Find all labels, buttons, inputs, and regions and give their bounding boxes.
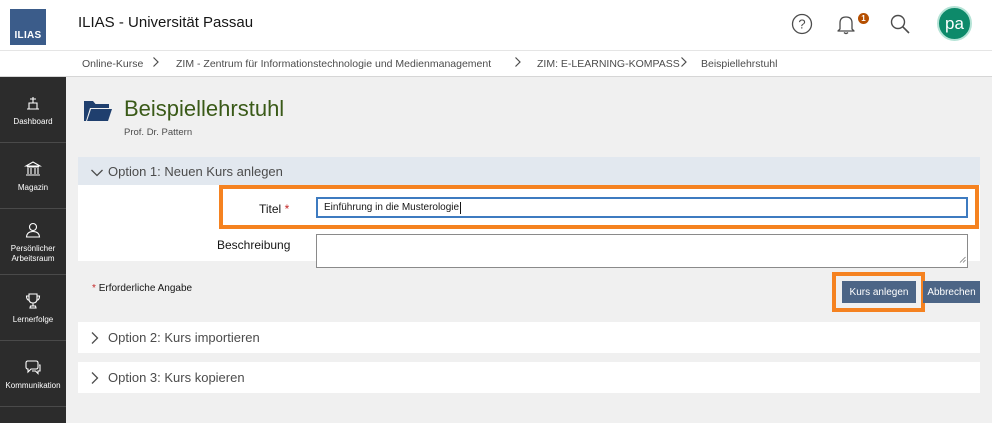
chat-icon <box>23 357 43 377</box>
option1-header[interactable]: Option 1: Neuen Kurs anlegen <box>78 157 980 185</box>
sidebar-item-label: Magazin <box>17 182 49 192</box>
option3-title: Option 3: Kurs kopieren <box>108 370 245 385</box>
sidebar-item-label: Persönlicher Arbeitsraum <box>10 243 56 263</box>
chevron-right-icon <box>514 56 522 71</box>
repository-icon <box>23 159 43 179</box>
description-label: Beschreibung <box>217 238 291 252</box>
svg-text:?: ? <box>798 17 805 32</box>
option3-panel[interactable]: Option 3: Kurs kopieren <box>78 362 980 393</box>
option1-title: Option 1: Neuen Kurs anlegen <box>108 164 283 179</box>
breadcrumb-item-zim[interactable]: ZIM - Zentrum für Informationstechnologi… <box>176 58 491 70</box>
avatar[interactable]: pa <box>937 6 972 41</box>
chevron-right-icon <box>152 56 160 71</box>
sidebar-item-magazin[interactable]: Magazin <box>0 143 66 209</box>
sidebar-item-dashboard[interactable]: Dashboard <box>0 77 66 143</box>
chevron-right-icon <box>90 331 100 350</box>
trophy-icon <box>23 291 43 311</box>
chevron-right-icon <box>90 371 100 390</box>
option2-title: Option 2: Kurs importieren <box>108 330 260 345</box>
breadcrumb-item-elearning-kompass[interactable]: ZIM: E-LEARNING-KOMPASS <box>537 58 680 70</box>
ilias-logo[interactable]: ILIAS <box>10 9 46 45</box>
sidebar-item-kommunikation[interactable]: Kommunikation <box>0 341 66 407</box>
breadcrumb-item-online-kurse[interactable]: Online-Kurse <box>82 58 143 70</box>
sidebar-item-label: Dashboard <box>13 116 53 126</box>
required-note: * Erforderliche Angabe <box>92 283 193 294</box>
dashboard-icon <box>23 93 43 113</box>
app-title[interactable]: ILIAS - Universität Passau <box>78 14 253 31</box>
top-header: ILIAS ILIAS - Universität Passau ? 1 pa <box>0 0 992 50</box>
sidebar-item-label: Kommunikation <box>5 380 61 390</box>
title-highlight-box <box>219 185 979 229</box>
page-title: Beispiellehrstuhl <box>124 96 285 121</box>
breadcrumb-item-beispiellehrstuhl[interactable]: Beispiellehrstuhl <box>701 58 777 70</box>
sidebar-item-label: Lernerfolge <box>12 314 54 324</box>
chevron-down-icon <box>90 165 104 183</box>
sidebar-item-lernerfolge[interactable]: Lernerfolge <box>0 275 66 341</box>
page-subtitle: Prof. Dr. Pattern <box>124 127 193 138</box>
person-icon <box>23 220 43 240</box>
option2-panel[interactable]: Option 2: Kurs importieren <box>78 322 980 353</box>
breadcrumb: Online-Kurse ZIM - Zentrum für Informati… <box>0 50 992 77</box>
notification-badge: 1 <box>858 13 869 24</box>
cancel-button[interactable]: Abbrechen <box>923 281 980 303</box>
button-highlight-box <box>832 272 925 312</box>
help-icon[interactable]: ? <box>789 11 815 37</box>
resize-grip-icon[interactable] <box>959 255 966 266</box>
chevron-right-icon <box>680 56 688 71</box>
bell-icon[interactable] <box>833 11 859 37</box>
main-sidebar: Dashboard Magazin Persönlicher Arbeitsra… <box>0 77 66 423</box>
folder-icon <box>83 99 113 128</box>
sidebar-item-arbeitsraum[interactable]: Persönlicher Arbeitsraum <box>0 209 66 275</box>
search-icon[interactable] <box>887 11 913 37</box>
description-textarea[interactable] <box>316 234 968 268</box>
